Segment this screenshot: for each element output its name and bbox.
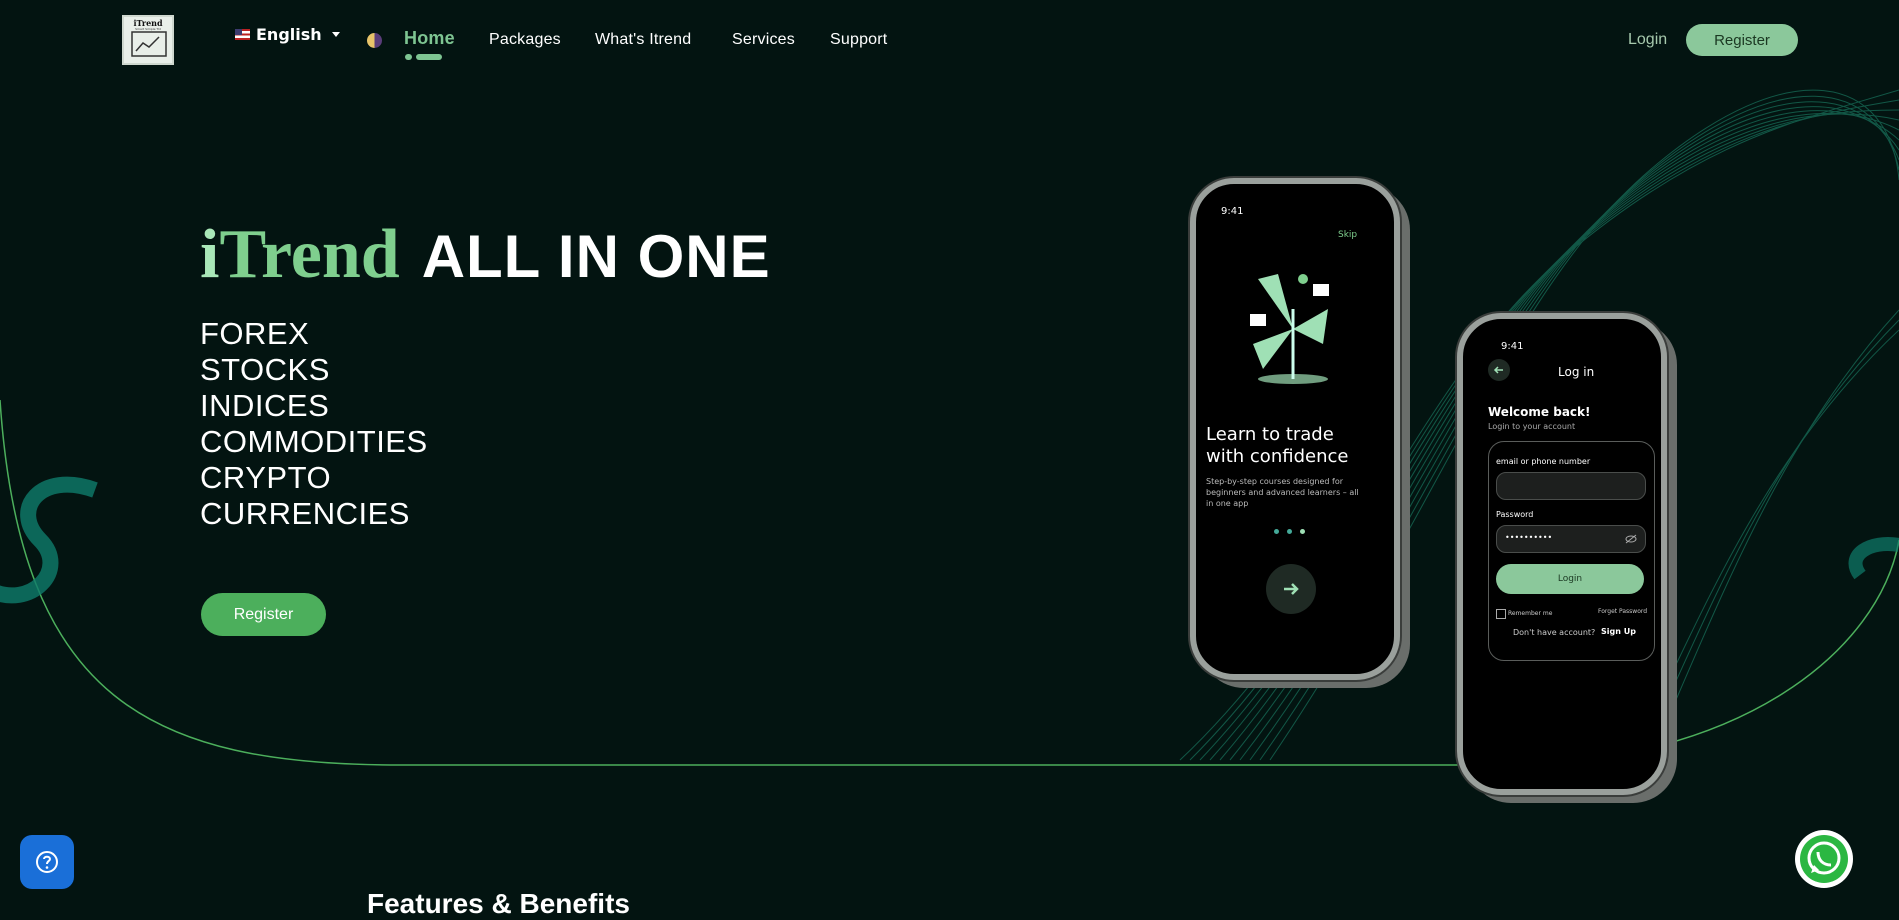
brand-i: i [200, 216, 220, 293]
us-flag-icon [235, 29, 250, 40]
language-selector[interactable]: English [235, 25, 340, 44]
phone-time: 9:41 [1501, 341, 1524, 352]
pager-dots [1274, 529, 1305, 534]
remember-checkbox[interactable] [1496, 609, 1506, 619]
skip-link[interactable]: Skip [1338, 230, 1357, 240]
password-value: •••••••••• [1505, 533, 1553, 542]
whatsapp-icon [1800, 835, 1848, 883]
signup-link[interactable]: Sign Up [1601, 627, 1636, 636]
password-field[interactable]: •••••••••• [1496, 525, 1646, 553]
back-arrow-icon [1493, 366, 1503, 374]
phone-time: 9:41 [1221, 206, 1244, 217]
onboarding-subtitle: Step-by-step courses designed for beginn… [1206, 477, 1359, 508]
markets-list: FOREX STOCKS INDICES COMMODITIES CRYPTO … [200, 316, 428, 532]
eye-off-icon[interactable] [1625, 534, 1637, 544]
next-button[interactable] [1266, 564, 1316, 614]
chart-icon [131, 31, 167, 57]
login-screen-title: Log in [1558, 365, 1595, 379]
market-item: CURRENCIES [200, 496, 410, 531]
brand-name: Trend [219, 216, 400, 293]
help-icon [36, 851, 58, 873]
chevron-down-icon [331, 32, 340, 37]
hero-headline: iTrend ALL IN ONE [200, 215, 771, 295]
market-item: CRYPTO [200, 460, 332, 495]
help-button[interactable] [20, 835, 74, 889]
register-button[interactable]: Register [1686, 24, 1798, 56]
language-label: English [256, 25, 322, 44]
forgot-password-link[interactable]: Forget Password [1598, 608, 1647, 615]
market-item: INDICES [200, 388, 330, 423]
logo[interactable]: iTrend Smart Simple Trd [122, 15, 174, 65]
hero-tagline: ALL IN ONE [421, 223, 771, 290]
trader-illustration-icon [1250, 274, 1329, 384]
whatsapp-button[interactable] [1795, 830, 1853, 888]
nav-home[interactable]: Home [404, 28, 455, 49]
theme-toggle-icon[interactable] [367, 33, 382, 48]
login-submit-button[interactable]: Login [1496, 564, 1644, 594]
features-heading: Features & Benefits [367, 888, 630, 919]
market-item: FOREX [200, 316, 310, 351]
no-account-text: Don't have account? [1513, 628, 1596, 637]
remember-label: Remember me [1508, 610, 1553, 617]
login-link[interactable]: Login [1628, 31, 1667, 49]
hero-register-button[interactable]: Register [201, 593, 326, 636]
email-label: email or phone number [1496, 457, 1591, 466]
welcome-subtext: Login to your account [1488, 422, 1576, 431]
arrow-right-icon [1284, 583, 1299, 595]
top-nav: iTrend Smart Simple Trd English Home Pac… [0, 0, 1899, 80]
onboarding-title: Learn to trade with confidence [1206, 424, 1349, 467]
email-field[interactable] [1496, 472, 1646, 500]
nav-services[interactable]: Services [732, 31, 795, 49]
market-item: COMMODITIES [200, 424, 428, 459]
nav-support[interactable]: Support [830, 31, 887, 49]
active-indicator-bar [416, 54, 442, 60]
active-indicator-dot [405, 54, 412, 60]
phone-mockup-login: 9:41 Log in Welcome back! Login to your … [1457, 313, 1667, 795]
market-item: STOCKS [200, 352, 330, 387]
nav-packages[interactable]: Packages [489, 31, 561, 49]
back-button[interactable] [1488, 359, 1510, 381]
welcome-text: Welcome back! [1488, 405, 1591, 419]
nav-whats-itrend[interactable]: What's Itrend [595, 31, 691, 49]
phone-mockup-onboarding: 9:41 Skip Learn to trade with confidence… [1190, 178, 1400, 680]
password-label: Password [1496, 510, 1534, 519]
